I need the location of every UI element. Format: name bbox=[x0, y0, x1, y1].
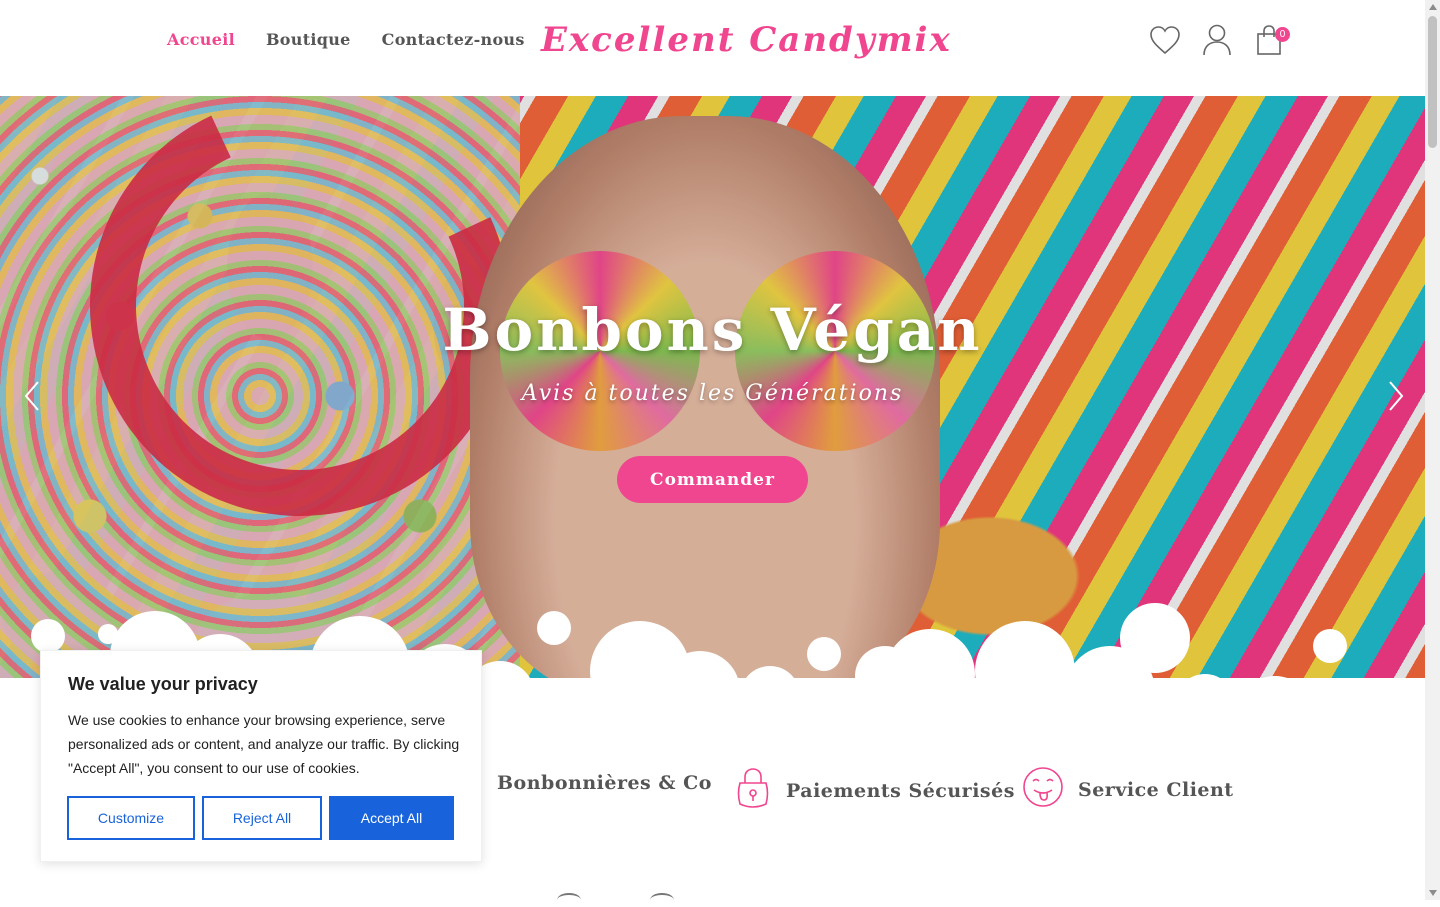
feature-label: Bonbonnières & Co bbox=[497, 772, 712, 794]
slider-prev-arrow-icon[interactable] bbox=[18, 378, 48, 414]
nav-item-boutique[interactable]: Boutique bbox=[266, 30, 351, 49]
shopping-bag-icon[interactable]: 0 bbox=[1252, 22, 1290, 58]
scroll-down-arrow-icon[interactable] bbox=[1429, 890, 1437, 896]
hero-slider: Bonbons Végan Avis à toutes les Générati… bbox=[0, 96, 1425, 696]
header-icons: 0 bbox=[1148, 22, 1290, 58]
hero-title: Bonbons Végan bbox=[442, 296, 983, 364]
cookie-consent-banner: We value your privacy We use cookies to … bbox=[40, 650, 482, 862]
smiley-tongue-icon bbox=[1022, 766, 1064, 813]
order-button[interactable]: Commander bbox=[617, 456, 808, 503]
site-logo[interactable]: Excellent Candymix bbox=[541, 20, 950, 60]
main-nav: Accueil Boutique Contactez-nous bbox=[167, 30, 525, 49]
user-icon[interactable] bbox=[1200, 22, 1234, 58]
feature-label: Paiements Sécurisés bbox=[786, 779, 1015, 802]
feature-customer-service: Service Client bbox=[1022, 766, 1234, 813]
slider-next-arrow-icon[interactable] bbox=[1380, 378, 1410, 414]
hero-subtitle: Avis à toutes les Générations bbox=[521, 381, 904, 406]
section-divider-ornament bbox=[650, 893, 674, 907]
feature-secure-payments: Paiements Sécurisés bbox=[734, 766, 1015, 815]
scroll-up-arrow-icon[interactable] bbox=[1429, 4, 1437, 10]
feature-bonbonnieres: Bonbonnières & Co bbox=[497, 772, 712, 794]
section-divider-ornament bbox=[557, 893, 581, 907]
cookie-title: We value your privacy bbox=[68, 674, 258, 694]
reject-all-button[interactable]: Reject All bbox=[202, 796, 322, 840]
page-scrollbar[interactable] bbox=[1425, 0, 1440, 900]
cookie-text: We use cookies to enhance your browsing … bbox=[68, 712, 460, 776]
heart-icon[interactable] bbox=[1148, 22, 1182, 58]
cart-count-badge: 0 bbox=[1275, 27, 1290, 42]
padlock-icon bbox=[734, 766, 772, 815]
nav-item-accueil[interactable]: Accueil bbox=[167, 30, 235, 49]
feature-label: Service Client bbox=[1078, 778, 1234, 801]
scroll-thumb[interactable] bbox=[1428, 16, 1437, 148]
site-header: Accueil Boutique Contactez-nous Excellen… bbox=[0, 0, 1425, 96]
accept-all-button[interactable]: Accept All bbox=[329, 796, 454, 840]
customize-button[interactable]: Customize bbox=[67, 796, 195, 840]
nav-item-contact[interactable]: Contactez-nous bbox=[382, 30, 525, 49]
